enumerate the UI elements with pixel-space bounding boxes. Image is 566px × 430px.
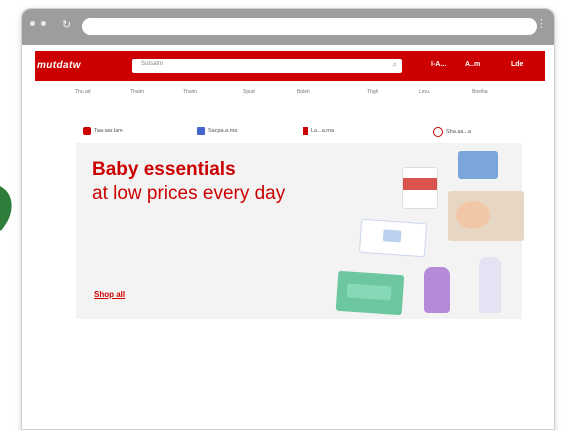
search-placeholder: Sutsatm <box>141 61 164 67</box>
promo-strip: Taa-aar.lam Sacpa.a.ma La...a.ma Sha.aa.… <box>35 123 545 145</box>
promo-label: Taa-aar.lam <box>94 128 123 134</box>
nav-item[interactable]: Lmu. <box>419 89 459 95</box>
nav-item[interactable]: Thaim <box>183 89 223 95</box>
cart-link[interactable]: Lde <box>511 61 523 68</box>
product-image-baby-pack[interactable] <box>448 191 524 241</box>
promo-icon <box>83 127 91 135</box>
promo-icon <box>433 127 443 137</box>
window-control-dot[interactable] <box>30 21 35 26</box>
product-image-lotion-purple[interactable] <box>424 267 450 313</box>
nav-item[interactable]: Thu ad <box>75 89 115 95</box>
refresh-icon[interactable]: ↻ <box>62 19 71 31</box>
hero-headline: Baby essentials <box>92 159 236 180</box>
site-header: mutdatw Sutsatm ⌕ I-A... A..m Lde <box>35 51 545 81</box>
leaf-decoration <box>0 185 22 231</box>
search-icon[interactable]: ⌕ <box>393 60 397 70</box>
nav-item[interactable]: Bpleh <box>297 89 337 95</box>
category-nav: Thu ad Thaim Thaim Spud Bpleh Thgh Lmu. … <box>35 89 545 113</box>
promo-item[interactable]: Sacpa.a.ma <box>197 127 237 135</box>
window-control-dot[interactable] <box>41 21 46 26</box>
promo-item[interactable]: Sha.aa...a <box>433 127 471 137</box>
product-image-wipes-green[interactable] <box>335 270 405 316</box>
promo-label: Sacpa.a.ma <box>208 128 238 134</box>
promo-label: Sha.aa...a <box>446 129 472 135</box>
product-image-diapers[interactable] <box>458 151 498 179</box>
promo-item[interactable]: Taa-aar.lam <box>83 127 123 135</box>
promo-icon <box>303 127 308 135</box>
orders-link[interactable]: A..m <box>465 61 480 68</box>
shop-all-link[interactable]: Shop all <box>94 290 125 299</box>
nav-item[interactable]: Spud <box>243 89 283 95</box>
account-link[interactable]: I-A... <box>431 61 446 68</box>
product-image-wipes-white[interactable] <box>358 218 428 258</box>
nav-item[interactable]: Thaim <box>130 89 170 95</box>
window-controls <box>30 21 46 26</box>
promo-item[interactable]: La...a.ma <box>303 127 334 135</box>
nav-item[interactable]: Boeiha <box>472 89 512 95</box>
browser-toolbar: ↻ ⋮ <box>22 9 554 45</box>
site-logo[interactable]: mutdatw <box>37 60 81 71</box>
address-bar[interactable] <box>82 18 537 35</box>
promo-label: La...a.ma <box>311 128 334 134</box>
product-image-cream[interactable] <box>402 167 438 209</box>
search-input[interactable]: Sutsatm ⌕ <box>132 59 402 73</box>
browser-window: ↻ ⋮ mutdatw Sutsatm ⌕ I-A... A..m Lde Th… <box>21 8 555 430</box>
hero-subheadline: at low prices every day <box>92 183 286 204</box>
nav-item[interactable]: Thgh <box>367 89 407 95</box>
product-image-lotion-white[interactable] <box>479 257 501 313</box>
kebab-menu-icon[interactable]: ⋮ <box>536 18 547 30</box>
hero-banner: Baby essentials at low prices every day … <box>76 143 524 319</box>
page-viewport: mutdatw Sutsatm ⌕ I-A... A..m Lde Thu ad… <box>35 51 545 429</box>
promo-icon <box>197 127 205 135</box>
